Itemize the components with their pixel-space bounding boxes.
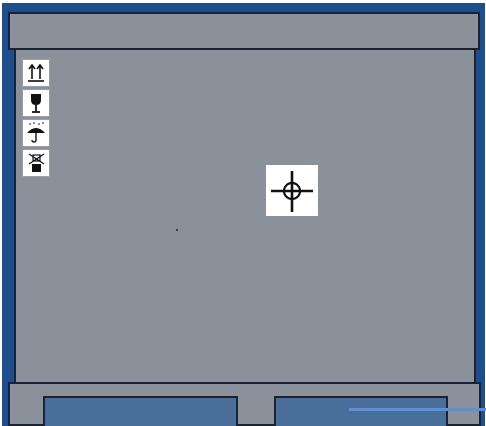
crate-diagram (0, 0, 486, 426)
handling-label-stack (22, 59, 52, 179)
center-dot (176, 229, 178, 231)
keep-dry-umbrella-icon (22, 119, 50, 147)
crosshair-target-icon (266, 165, 318, 216)
fragile-glass-icon (22, 89, 50, 117)
crate-top-lid (8, 12, 480, 50)
this-way-up-arrows-icon (22, 59, 50, 87)
fork-slot-left (43, 396, 238, 426)
fork-slot-right (274, 396, 448, 426)
crate-body-panel (14, 50, 476, 383)
accent-line (349, 408, 486, 411)
do-not-stack-icon (22, 149, 50, 177)
